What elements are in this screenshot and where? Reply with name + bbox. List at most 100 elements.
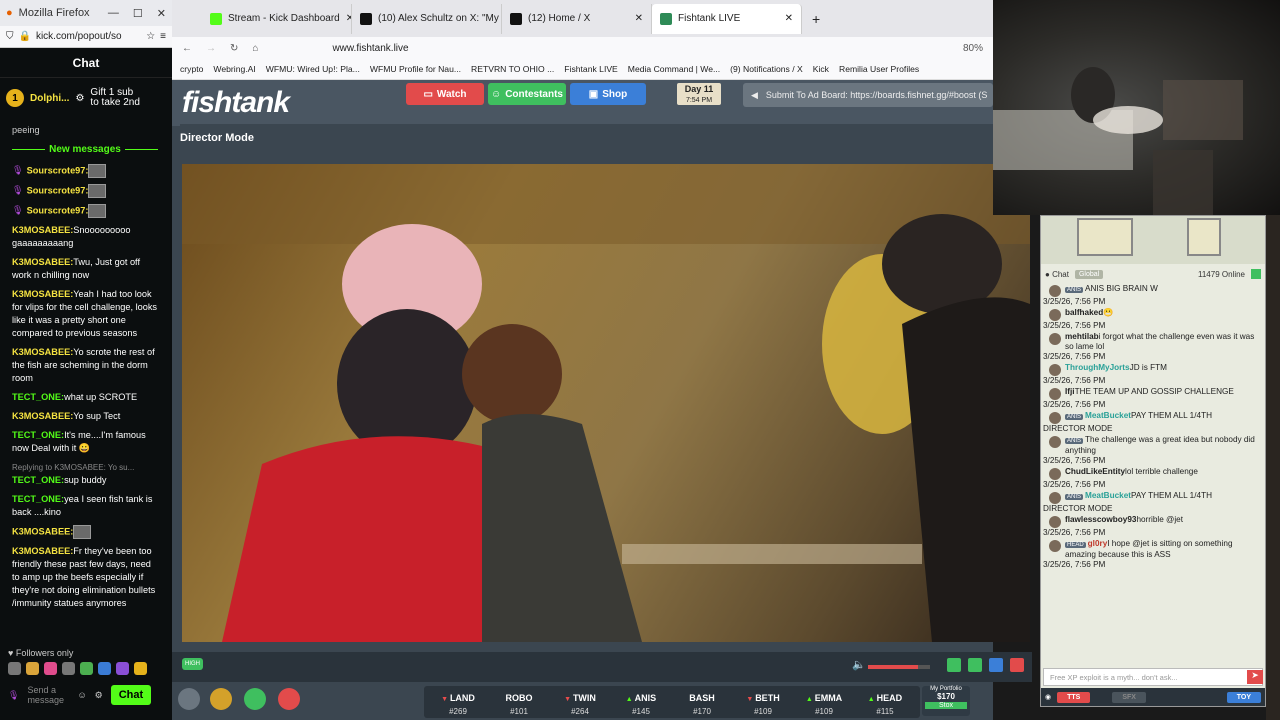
zoom-level[interactable]: 80% [963,43,983,54]
contestant-stock[interactable]: ▲ ANIS #145 [611,692,671,720]
avatar[interactable] [1049,436,1061,448]
items-icon[interactable] [278,688,300,710]
kick-username[interactable]: K3MOSABEE: [12,347,73,357]
ad-board-banner[interactable]: ◀ Submit To Ad Board: https://boards.fish… [743,83,993,107]
contestants-button[interactable]: ☺ Contestants [488,83,566,105]
chat-username[interactable]: mehtilab [1065,332,1099,341]
chat-username[interactable]: flawlesscowboy93 [1065,515,1136,524]
address-bar[interactable]: www.fishtank.live [332,43,408,54]
chat-username[interactable]: ThroughMyJorts [1065,363,1130,372]
new-messages-divider[interactable]: New messages [12,143,158,156]
emote-icon[interactable] [116,662,129,675]
reload-icon[interactable]: ↻ [230,43,238,54]
chat-username[interactable]: balfhaked [1065,308,1103,317]
avatar[interactable] [1049,516,1061,528]
kick-username[interactable]: K3MOSABEE: [12,526,73,536]
kick-username[interactable]: K3MOSABEE: [12,289,73,299]
kick-url-bar[interactable]: ⛉ 🔒 kick.com/popout/so ☆ ≡ [0,26,172,48]
emote-icon[interactable] [44,662,57,675]
kick-chat-input[interactable]: Send a message [27,685,69,705]
chat-send-button[interactable]: Chat [110,685,152,705]
settings-icon[interactable]: ⚙ [95,690,103,701]
emote-icon[interactable] [98,662,111,675]
contestant-stock[interactable]: ▼ TWIN #264 [550,692,610,720]
tab-close-icon[interactable]: ✕ [635,13,643,24]
record-icon[interactable] [1010,658,1024,672]
bookmark-item[interactable]: Remilia User Profiles [839,64,919,74]
chat-username[interactable]: MeatBucket [1085,491,1131,500]
kick-username[interactable]: K3MOSABEE: [12,411,73,421]
emote-icon[interactable] [8,662,21,675]
avatar[interactable] [1049,540,1061,552]
kick-username[interactable]: K3MOSABEE: [12,546,73,556]
avatar[interactable] [1049,412,1061,424]
new-tab-icon[interactable]: + [812,11,820,27]
bookmark-item[interactable]: Kick [813,64,829,74]
kick-username[interactable]: K3MOSABEE: [12,257,73,267]
tab-close-icon[interactable]: ✕ [785,13,793,24]
mic-icon[interactable]: 🎙 [8,690,19,701]
contestant-stock[interactable]: ▲ HEAD #115 [855,692,915,720]
coins-icon[interactable] [210,688,232,710]
kick-username[interactable]: Sourscrote97: [27,185,89,195]
fullscreen-icon[interactable] [989,658,1003,672]
bookmark-item[interactable]: WFMU Profile for Nau... [370,64,461,74]
quality-badge[interactable]: HIGH [182,658,203,670]
bookmark-item[interactable]: (9) Notifications / X [730,64,803,74]
pinned-user[interactable]: Dolphi... [30,93,69,104]
emote-icon[interactable] [134,662,147,675]
emote-picker-icon[interactable]: ☺ [77,690,86,700]
portfolio-widget[interactable]: My Portfolio $170 Stox [922,686,970,716]
forward-icon[interactable]: → [206,43,216,54]
send-icon[interactable]: ➤ [1247,670,1263,684]
tts-button[interactable]: TTS [1057,691,1091,703]
emote-icon[interactable] [26,662,39,675]
cast-icon[interactable] [968,658,982,672]
kick-username[interactable]: TECT_ONE: [12,475,64,485]
sfx-button[interactable]: SFX [1112,691,1146,703]
emote-icon[interactable] [62,662,75,675]
back-icon[interactable]: ← [182,43,192,54]
users-icon[interactable] [1251,269,1261,279]
menu-icon[interactable]: ≡ [160,31,166,42]
avatar[interactable] [1049,468,1061,480]
browser-tab[interactable]: (10) Alex Schultz on X: "My New✕ [352,3,502,34]
settings-gear-icon[interactable] [178,688,200,710]
live-video-feed[interactable] [182,164,1030,642]
emote-icon[interactable] [80,662,93,675]
bookmark-item[interactable]: Fishtank LIVE [564,64,618,74]
fishtank-logo[interactable]: fishtank [182,86,290,120]
volume-icon[interactable]: 🔈 [852,658,866,671]
maximize-icon[interactable]: ☐ [133,7,143,20]
browser-tab[interactable]: (12) Home / X ✕ [502,3,652,34]
record-toggle-icon[interactable]: ◉ [1045,693,1051,701]
chat-username[interactable]: Ifji [1065,387,1075,396]
kick-username[interactable]: Sourscrote97: [27,165,89,175]
chat-tab[interactable]: ● Chat [1045,270,1069,279]
bookmark-item[interactable]: crypto [180,64,203,74]
bookmark-item[interactable]: Media Command | We... [628,64,720,74]
avatar[interactable] [1049,388,1061,400]
kick-username[interactable]: TECT_ONE: [12,494,64,504]
bookmark-item[interactable]: WFMU: Wired Up!: Pla... [266,64,360,74]
bookmark-item[interactable]: RETVRN TO OHIO ... [471,64,554,74]
kick-url[interactable]: kick.com/popout/so [36,31,122,42]
toy-button[interactable]: TOY [1226,691,1261,703]
kick-username[interactable]: Sourscrote97: [27,205,89,215]
avatar[interactable] [1049,364,1061,376]
contestant-stock[interactable]: ROBO #101 [489,692,549,720]
star-icon[interactable]: ☆ [146,31,155,42]
mini-camera-view[interactable] [1041,216,1265,264]
avatar[interactable] [1049,492,1061,504]
grid-view-icon[interactable] [947,658,961,672]
chat-input[interactable]: Free XP exploit is a myth... don't ask..… [1043,668,1263,686]
bookmark-item[interactable]: Webring.AI [213,64,255,74]
kick-username[interactable]: K3MOSABEE: [12,225,73,235]
watch-button[interactable]: ▭ Watch [406,83,484,105]
global-toggle[interactable]: Global [1074,269,1104,279]
kick-username[interactable]: TECT_ONE: [12,430,64,440]
contestant-stock[interactable]: BASH #170 [672,692,732,720]
xp-icon[interactable] [244,688,266,710]
contestant-stock[interactable]: ▼ BETH #109 [733,692,793,720]
browser-tab[interactable]: Stream - Kick Dashboard✕ [202,3,352,34]
